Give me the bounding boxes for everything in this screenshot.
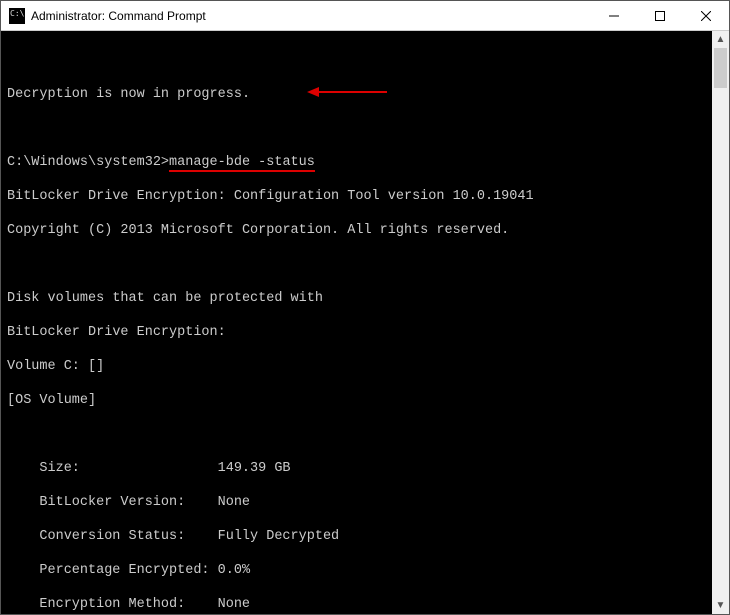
decryption-status: Decryption is now in progress. — [7, 86, 708, 103]
close-button[interactable] — [683, 1, 729, 30]
c-blv-value: None — [218, 495, 250, 510]
intro-line-2: BitLocker Drive Encryption: — [7, 324, 708, 341]
intro-line-1: Disk volumes that can be protected with — [7, 290, 708, 307]
scroll-up-icon[interactable]: ▲ — [712, 31, 729, 48]
window-controls — [591, 1, 729, 30]
c-conv-label: Conversion Status: — [39, 528, 209, 545]
console-output[interactable]: Decryption is now in progress. C:\Window… — [1, 31, 712, 614]
tool-version: BitLocker Drive Encryption: Configuratio… — [7, 188, 708, 205]
prompt-text: C:\Windows\system32> — [7, 155, 169, 170]
c-pct-value: 0.0% — [218, 563, 250, 578]
vertical-scrollbar[interactable]: ▲ ▼ — [712, 31, 729, 614]
volume-c-header: Volume C: [] — [7, 358, 708, 375]
c-size-label: Size: — [39, 460, 209, 477]
scroll-thumb[interactable] — [714, 48, 727, 88]
copyright-line: Copyright (C) 2013 Microsoft Corporation… — [7, 222, 708, 239]
c-enc-value: None — [218, 597, 250, 612]
c-conv-value: Fully Decrypted — [218, 529, 340, 544]
minimize-button[interactable] — [591, 1, 637, 30]
command-text: manage-bde -status — [169, 155, 315, 172]
cmd-icon — [9, 8, 25, 24]
window-title: Administrator: Command Prompt — [31, 9, 591, 23]
titlebar[interactable]: Administrator: Command Prompt — [1, 1, 729, 31]
c-size-value: 149.39 GB — [218, 461, 291, 476]
c-blv-label: BitLocker Version: — [39, 494, 209, 511]
c-enc-label: Encryption Method: — [39, 596, 209, 613]
console-area: Decryption is now in progress. C:\Window… — [1, 31, 729, 614]
scroll-down-icon[interactable]: ▼ — [712, 597, 729, 614]
c-pct-label: Percentage Encrypted: — [39, 562, 209, 579]
maximize-button[interactable] — [637, 1, 683, 30]
volume-c-type: [OS Volume] — [7, 392, 708, 409]
